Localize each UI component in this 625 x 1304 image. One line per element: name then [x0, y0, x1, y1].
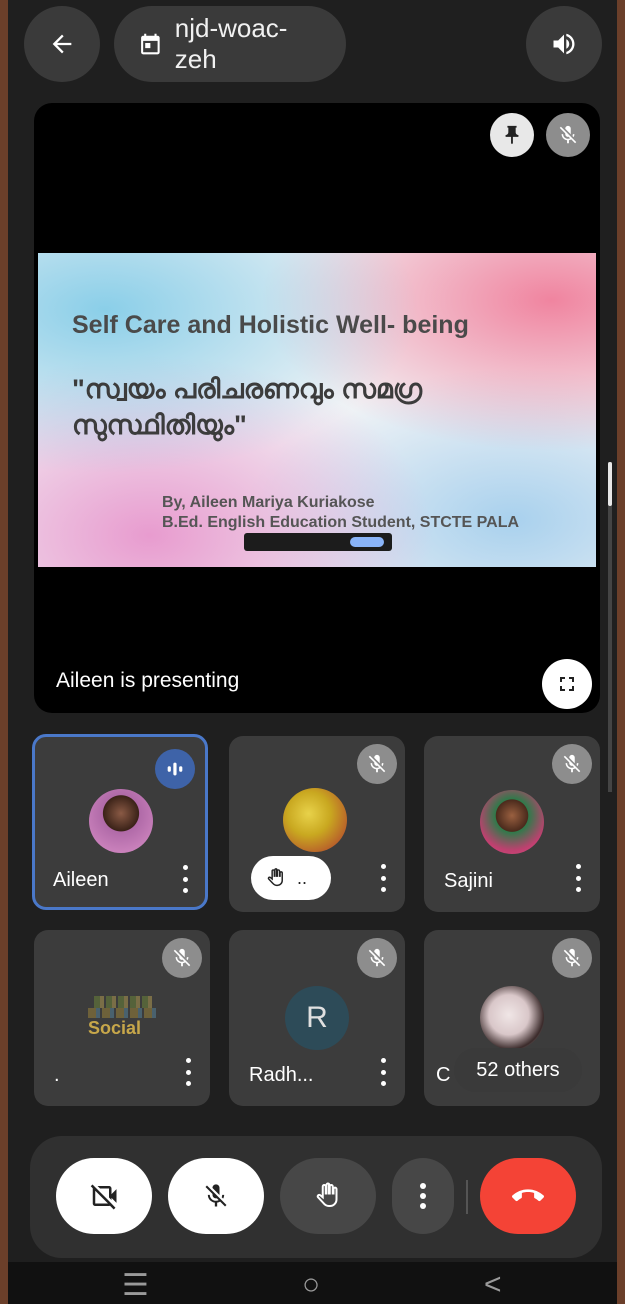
- participant-name: Aileen: [53, 869, 109, 891]
- avatar-initial: R: [306, 1001, 328, 1034]
- meeting-code: njd-woac-zeh: [174, 13, 288, 74]
- participant-tile-4[interactable]: Social .: [34, 930, 210, 1106]
- meeting-info-button[interactable]: njd-woac-zeh: [114, 6, 346, 82]
- others-count-badge[interactable]: 52 others: [454, 1048, 582, 1092]
- mic-off-icon: [563, 948, 581, 967]
- participant-tile-sajini[interactable]: Sajini: [424, 736, 600, 912]
- avatar: [283, 788, 347, 852]
- raise-hand-icon: [316, 1182, 338, 1207]
- slide-byline: By, Aileen Mariya Kuriakose B.Ed. Englis…: [162, 493, 519, 533]
- back-nav-button[interactable]: <: [484, 1268, 502, 1302]
- slide-subtitle: "സ്വയം പരിചരണവും സമഗ്ര സുസ്ഥിതിയും": [72, 374, 423, 440]
- system-nav-bar: ☰ ○ <: [8, 1262, 617, 1304]
- calendar-icon: [141, 33, 160, 55]
- word-cloud-text: Social: [88, 1018, 142, 1038]
- muted-indicator: [552, 744, 592, 784]
- more-options-button[interactable]: [572, 864, 584, 892]
- back-button[interactable]: [24, 6, 100, 82]
- mic-off-icon: [205, 1184, 227, 1207]
- more-options-button[interactable]: [377, 1058, 389, 1086]
- mic-off-icon: [559, 125, 577, 144]
- slide-byline-author: By, Aileen Mariya Kuriakose: [162, 494, 375, 511]
- participant-name: .: [54, 1064, 60, 1086]
- slide-byline-affiliation: B.Ed. English Education Student, STCTE P…: [162, 514, 520, 531]
- audio-wave-icon: [167, 762, 183, 776]
- fullscreen-button[interactable]: [542, 659, 592, 709]
- participant-name: Radh...: [249, 1064, 314, 1086]
- participant-scrollbar[interactable]: [608, 462, 612, 792]
- mic-off-icon: [368, 948, 386, 967]
- mic-toggle-button[interactable]: [168, 1158, 264, 1234]
- presentation-slide: Self Care and Holistic Well- being "സ്വയ…: [38, 253, 596, 567]
- raise-hand-button[interactable]: [280, 1158, 376, 1234]
- participant-tile-aileen[interactable]: Aileen: [32, 734, 208, 910]
- more-options-button[interactable]: [377, 864, 389, 892]
- sharing-toast: [244, 533, 392, 551]
- divider: [466, 1180, 468, 1214]
- call-controls: [30, 1136, 602, 1258]
- muted-indicator: [552, 938, 592, 978]
- camera-toggle-button[interactable]: [56, 1158, 152, 1234]
- fullscreen-icon: [560, 677, 574, 691]
- muted-indicator: [357, 744, 397, 784]
- pin-icon: [505, 125, 519, 145]
- more-options-button[interactable]: [179, 865, 191, 893]
- participant-name: C: [436, 1064, 451, 1086]
- muted-indicator: [357, 938, 397, 978]
- pin-button[interactable]: [490, 113, 534, 157]
- call-end-icon: [512, 1189, 544, 1202]
- raised-hand-badge: ..: [251, 856, 331, 900]
- arrow-left-icon: [52, 34, 72, 54]
- muted-indicator: [162, 938, 202, 978]
- avatar: R: [285, 986, 349, 1050]
- others-count: 52 others: [476, 1058, 560, 1081]
- end-call-button[interactable]: [480, 1158, 576, 1234]
- more-options-button[interactable]: [182, 1058, 194, 1086]
- audio-output-button[interactable]: [526, 6, 602, 82]
- participant-tile-6[interactable]: C 52 others: [424, 930, 600, 1106]
- scroll-track: [608, 462, 612, 792]
- recents-nav-button[interactable]: ☰: [122, 1268, 149, 1303]
- camera-off-icon: [90, 1184, 117, 1210]
- more-vert-icon: [420, 1183, 426, 1209]
- more-options-button[interactable]: [392, 1158, 454, 1234]
- raise-hand-icon: [267, 868, 283, 887]
- meet-screen: njd-woac-zeh Self Care and Holistic Well…: [8, 0, 617, 1304]
- participant-tile-radh[interactable]: R Radh...: [229, 930, 405, 1106]
- scroll-thumb[interactable]: [608, 462, 612, 506]
- top-bar: njd-woac-zeh: [8, 0, 617, 100]
- presentation-stage[interactable]: Self Care and Holistic Well- being "സ്വയ…: [34, 103, 600, 713]
- presenting-label: Aileen is presenting: [56, 669, 240, 692]
- avatar: [89, 789, 153, 853]
- avatar: [480, 986, 544, 1050]
- speaker-icon: [553, 33, 575, 55]
- avatar: [480, 790, 544, 854]
- participant-tile-2[interactable]: ..: [229, 736, 405, 912]
- home-nav-button[interactable]: ○: [302, 1268, 320, 1302]
- stage-mute-indicator: [546, 113, 590, 157]
- participant-name: ..: [297, 867, 308, 888]
- participant-name: Sajini: [444, 870, 493, 892]
- word-cloud-avatar: Social: [88, 996, 158, 1042]
- stop-sharing-button[interactable]: [350, 537, 384, 547]
- mic-off-icon: [368, 754, 386, 773]
- speaking-indicator: [155, 749, 195, 789]
- mic-off-icon: [563, 754, 581, 773]
- mic-off-icon: [173, 948, 191, 967]
- slide-title: Self Care and Holistic Well- being: [72, 311, 469, 339]
